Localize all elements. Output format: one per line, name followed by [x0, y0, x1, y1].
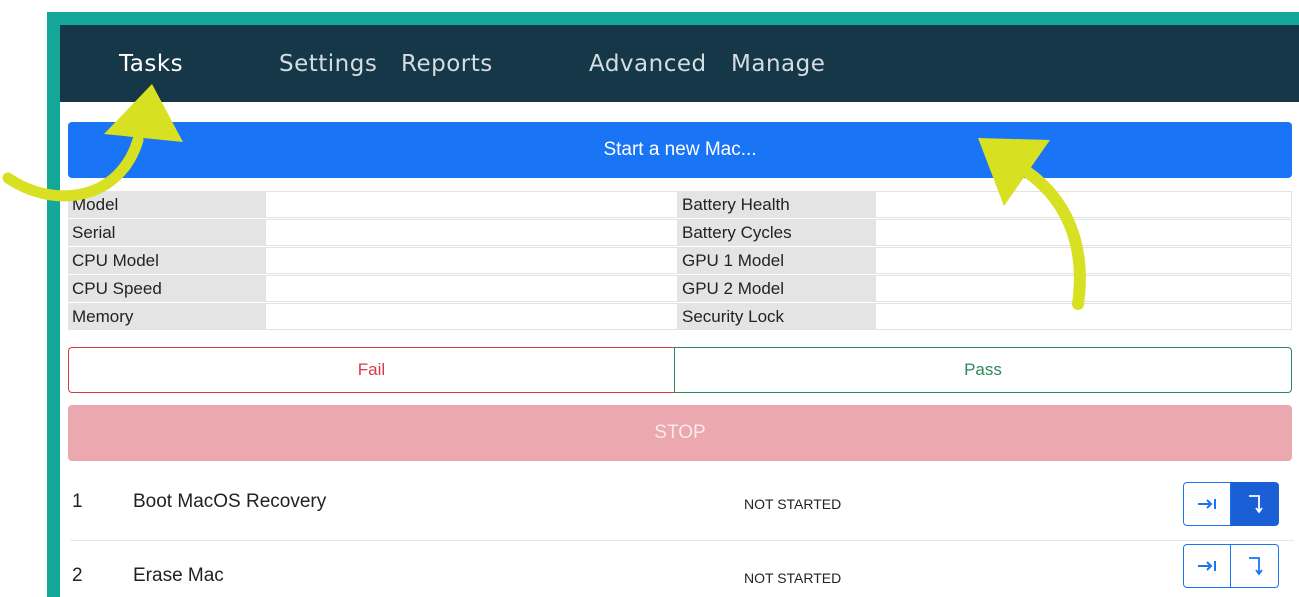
annotation-arrow-start-icon [978, 138, 1086, 310]
task-status: NOT STARTED [744, 570, 842, 586]
info-label-cpu-speed: CPU Speed [68, 275, 266, 302]
teal-border-top [47, 12, 1299, 25]
info-row: CPU Model GPU 1 Model [68, 247, 1292, 275]
info-label-gpu1-model: GPU 1 Model [678, 247, 876, 274]
skip-task-button[interactable] [1183, 544, 1231, 588]
task-number: 1 [72, 491, 83, 512]
info-label-gpu2-model: GPU 2 Model [678, 275, 876, 302]
task-row: 1 Boot MacOS Recovery NOT STARTED [60, 481, 1299, 527]
task-divider [70, 540, 1294, 541]
skip-to-end-icon [1198, 561, 1216, 571]
start-new-mac-button[interactable]: Start a new Mac... [68, 122, 1292, 178]
info-value-serial [266, 219, 678, 246]
info-value-memory [266, 303, 678, 330]
info-row: Model Battery Health [68, 191, 1292, 219]
task-number: 2 [72, 565, 83, 586]
stop-button[interactable]: STOP [68, 405, 1292, 461]
info-row: Memory Security Lock [68, 303, 1292, 331]
step-down-icon [1248, 495, 1263, 514]
info-label-cpu-model: CPU Model [68, 247, 266, 274]
skip-task-button[interactable] [1183, 482, 1231, 526]
screenshot-frame: Tasks Settings Reports Advanced Manage S… [0, 0, 1299, 597]
info-label-battery-cycles: Battery Cycles [678, 219, 876, 246]
nav-tab-settings[interactable]: Settings [279, 51, 377, 77]
info-label-battery-health: Battery Health [678, 191, 876, 218]
nav-tab-manage[interactable]: Manage [731, 51, 825, 77]
nav-tab-reports[interactable]: Reports [401, 51, 493, 77]
skip-to-end-icon [1198, 499, 1216, 509]
info-value-model [266, 191, 678, 218]
app-window: Tasks Settings Reports Advanced Manage S… [60, 25, 1299, 597]
pass-button[interactable]: Pass [674, 347, 1292, 393]
info-row: Serial Battery Cycles [68, 219, 1292, 247]
device-info-grid: Model Battery Health Serial Battery Cycl… [68, 191, 1292, 331]
task-row: 2 Erase Mac NOT STARTED [60, 544, 1299, 597]
info-label-security-lock: Security Lock [678, 303, 876, 330]
annotation-arrow-tasks-icon [2, 84, 183, 202]
info-row: CPU Speed GPU 2 Model [68, 275, 1292, 303]
task-name: Erase Mac [133, 565, 224, 586]
info-value-cpu-model [266, 247, 678, 274]
info-label-memory: Memory [68, 303, 266, 330]
nav-tab-tasks[interactable]: Tasks [119, 51, 183, 77]
nav-tab-advanced[interactable]: Advanced [589, 51, 707, 77]
step-down-icon [1248, 557, 1263, 576]
task-status: NOT STARTED [744, 496, 842, 512]
task-name: Boot MacOS Recovery [133, 491, 327, 512]
step-into-task-button[interactable] [1231, 482, 1279, 526]
step-into-task-button[interactable] [1231, 544, 1279, 588]
info-value-cpu-speed [266, 275, 678, 302]
fail-button[interactable]: Fail [68, 347, 674, 393]
top-navbar: Tasks Settings Reports Advanced Manage [60, 25, 1299, 102]
